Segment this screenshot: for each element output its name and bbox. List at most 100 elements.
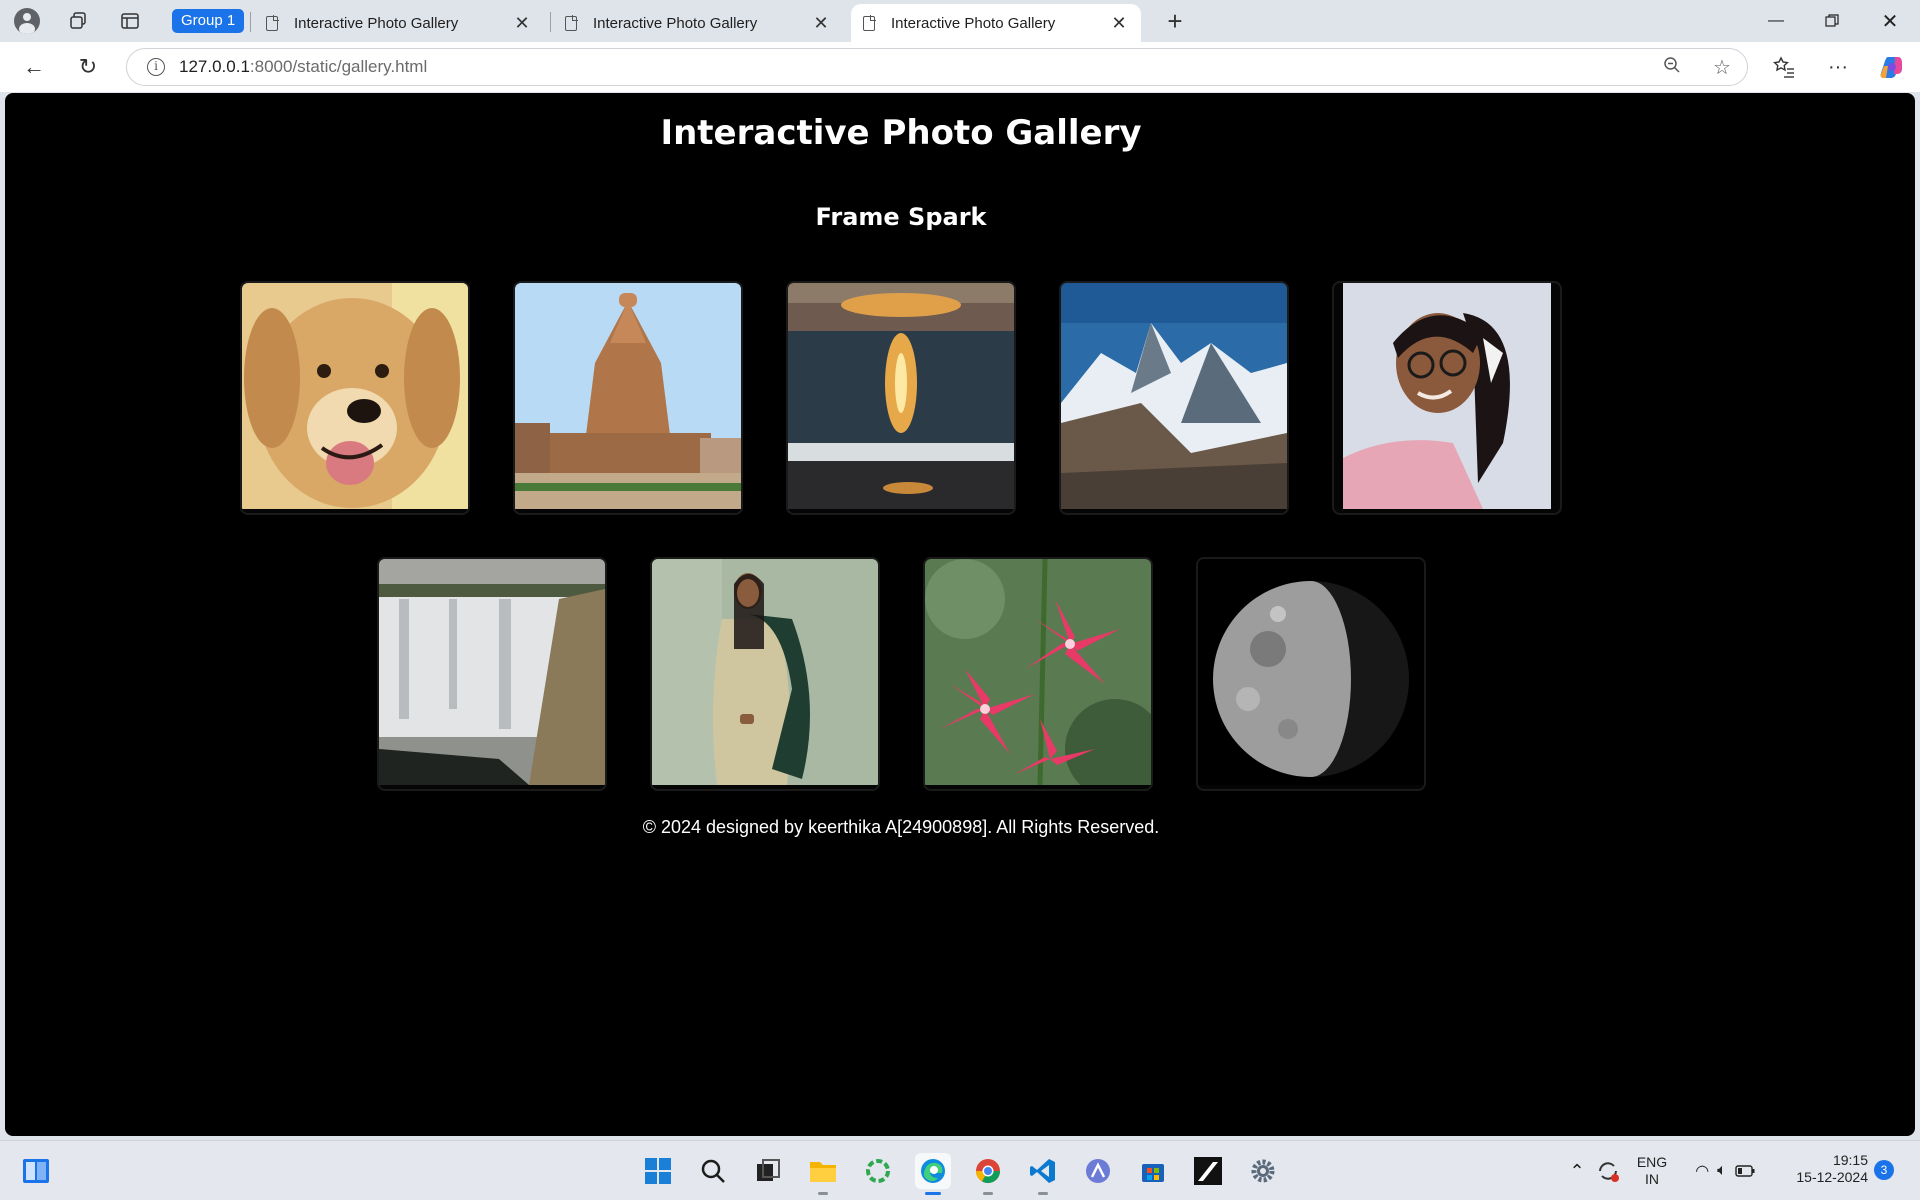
edge-icon (921, 1159, 945, 1183)
input-language[interactable]: ENG IN (1632, 1154, 1672, 1188)
file-explorer-button[interactable] (805, 1153, 841, 1195)
task-view-button[interactable] (750, 1153, 786, 1189)
gallery-card-sunset[interactable] (786, 281, 1016, 515)
tab-1[interactable]: Interactive Photo Gallery ✕ (254, 4, 544, 42)
chrome-icon (976, 1159, 1000, 1184)
start-button[interactable] (640, 1153, 676, 1189)
dark-app-icon (1194, 1157, 1222, 1185)
mountain-range-photo[interactable] (1061, 283, 1287, 509)
golden-retriever-photo[interactable] (242, 283, 468, 509)
gallery-card-waterfall[interactable] (376, 557, 607, 791)
clock-time: 19:15 (1832, 1152, 1868, 1168)
app-button-green[interactable] (860, 1153, 896, 1189)
workspaces-icon (70, 12, 86, 29)
zoom-out-icon (1664, 57, 1680, 73)
close-tab-icon[interactable]: ✕ (1109, 13, 1129, 34)
gallery-card-moon[interactable] (1195, 557, 1426, 791)
close-window-button[interactable]: ✕ (1862, 4, 1918, 38)
url-text: 127.0.0.1:8000/static/gallery.html (179, 57, 427, 77)
page-icon (565, 14, 578, 31)
waterfall-photo[interactable] (378, 559, 605, 785)
url-path: :8000/static/gallery.html (249, 57, 428, 76)
profile-button[interactable] (10, 6, 44, 36)
gallery-subtitle: Frame Spark (815, 203, 987, 231)
gallery-card-temple[interactable] (513, 281, 743, 515)
edge-button[interactable] (915, 1153, 951, 1195)
close-icon: ✕ (1881, 10, 1899, 33)
gallery-card-mountains[interactable] (1059, 281, 1289, 515)
half-moon-photo[interactable] (1197, 559, 1424, 785)
copilot-icon (1880, 57, 1902, 78)
woman-standing-photo[interactable] (651, 559, 878, 785)
restore-icon (1825, 14, 1839, 27)
tab-3-active[interactable]: Interactive Photo Gallery ✕ (851, 4, 1141, 42)
vscode-button[interactable] (1025, 1153, 1061, 1195)
tab-separator (550, 12, 551, 32)
running-indicator (818, 1192, 828, 1195)
zoom-button[interactable] (1657, 55, 1687, 81)
windows-start-icon (645, 1158, 671, 1184)
browser-toolbar: ← ↻ i 127.0.0.1:8000/static/gallery.html… (0, 42, 1920, 92)
page-viewport: Interactive Photo Gallery Frame Spark © … (5, 93, 1915, 1136)
sync-icon (1599, 1162, 1619, 1182)
back-arrow-icon: ← (23, 54, 45, 79)
favorites-button[interactable] (1768, 52, 1800, 82)
tab-title: Interactive Photo Gallery (891, 14, 1056, 32)
minimize-icon: — (1768, 12, 1784, 29)
search-button[interactable] (695, 1153, 731, 1189)
sync-status-button[interactable] (1590, 1153, 1626, 1189)
green-ring-app-icon (866, 1159, 890, 1183)
settings-button[interactable] (1245, 1153, 1281, 1189)
quick-settings-button[interactable]: ◠ 🔈︎ (1680, 1153, 1770, 1189)
gallery-card-dog[interactable] (240, 281, 470, 515)
favorite-button[interactable]: ☆ (1707, 55, 1737, 81)
running-indicator (983, 1192, 993, 1195)
back-button[interactable]: ← (18, 52, 50, 82)
clock[interactable]: 19:15 15-12-2024 (1778, 1152, 1868, 1186)
volume-icon: 🔈︎ (1717, 1162, 1727, 1179)
tab-title: Interactive Photo Gallery (593, 14, 758, 32)
new-tab-button[interactable]: + (1160, 6, 1190, 36)
clock-date: 15-12-2024 (1796, 1169, 1868, 1185)
address-bar[interactable]: i 127.0.0.1:8000/static/gallery.html ☆ (126, 48, 1748, 86)
running-indicator (925, 1192, 941, 1195)
ellipsis-icon: ··· (1828, 55, 1848, 78)
notification-badge[interactable]: 3 (1874, 1160, 1894, 1180)
tab-2[interactable]: Interactive Photo Gallery ✕ (553, 4, 843, 42)
minimize-button[interactable]: — (1748, 4, 1804, 38)
windows-taskbar: ⌃ ENG IN ◠ 🔈︎ 19:15 15-12-2024 (0, 1140, 1920, 1200)
tab-actions-button[interactable] (114, 6, 146, 36)
task-view-icon (757, 1159, 780, 1181)
site-info-icon[interactable]: i (147, 58, 165, 76)
profile-icon (14, 8, 40, 34)
widgets-icon (23, 1159, 49, 1183)
page-icon (863, 14, 876, 31)
chevron-up-icon: ⌃ (1569, 1160, 1585, 1181)
copilot-button[interactable] (1876, 52, 1908, 82)
store-icon (1142, 1164, 1164, 1182)
restore-button[interactable] (1804, 4, 1860, 38)
close-tab-icon[interactable]: ✕ (811, 13, 831, 34)
store-button[interactable] (1135, 1153, 1171, 1189)
woman-portrait-photo[interactable] (1343, 283, 1551, 509)
workspaces-button[interactable] (62, 6, 94, 36)
gallery-card-flowers[interactable] (922, 557, 1153, 791)
battery-icon (1735, 1165, 1755, 1177)
ocean-sunset-photo[interactable] (788, 283, 1014, 509)
app-button-purple[interactable] (1080, 1153, 1116, 1189)
favorites-icon (1773, 56, 1794, 78)
app-button-dark[interactable] (1190, 1153, 1226, 1189)
brihadeeswarar-temple-photo[interactable] (515, 283, 741, 509)
gallery-card-standing[interactable] (649, 557, 880, 791)
folder-icon (810, 1162, 836, 1182)
tab-title: Interactive Photo Gallery (294, 14, 459, 32)
close-tab-icon[interactable]: ✕ (512, 13, 532, 34)
star-icon: ☆ (1713, 57, 1731, 79)
tab-group-chip[interactable]: Group 1 (172, 9, 245, 33)
gallery-card-portrait[interactable] (1332, 281, 1562, 515)
pink-flowers-photo[interactable] (924, 559, 1151, 785)
more-menu-button[interactable]: ··· (1822, 52, 1854, 82)
refresh-button[interactable]: ↻ (72, 52, 104, 82)
widgets-button[interactable] (18, 1153, 54, 1189)
chrome-button[interactable] (970, 1153, 1006, 1195)
